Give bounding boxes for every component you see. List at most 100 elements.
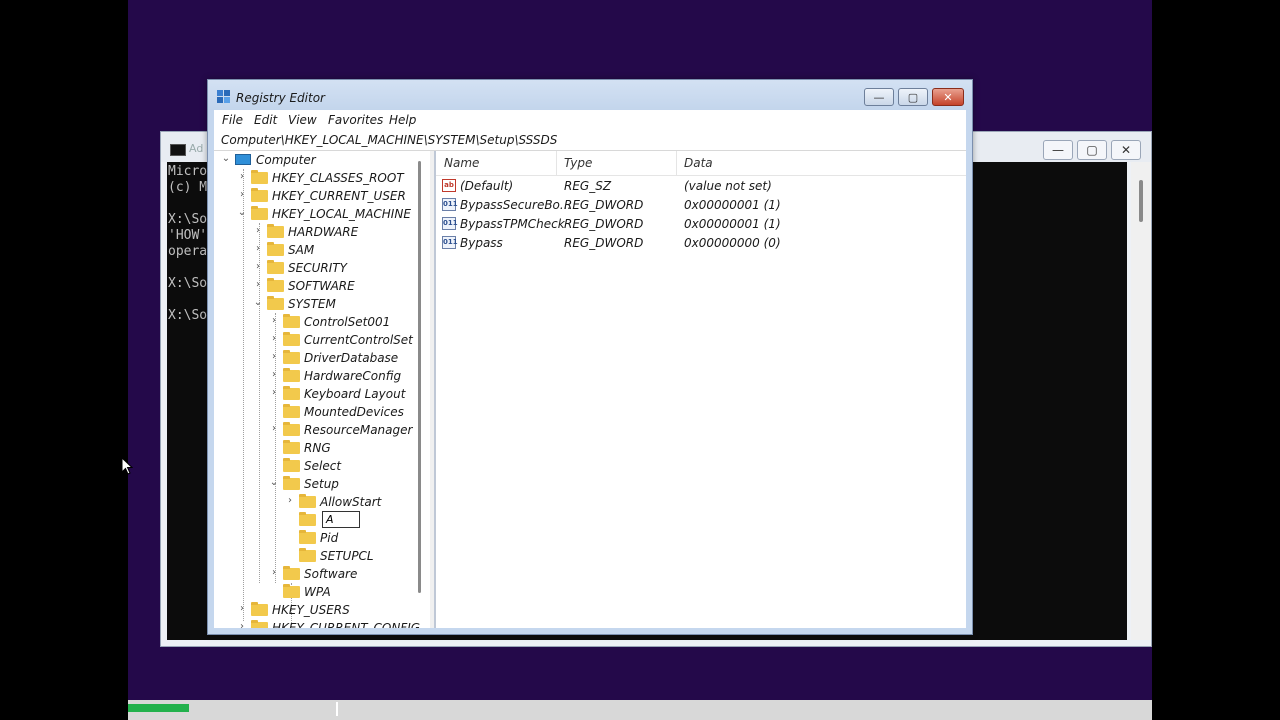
tree-expand-chevron-icon[interactable]: › <box>284 494 296 508</box>
tree-node-label: SOFTWARE <box>288 279 355 293</box>
column-header-data[interactable]: Data <box>684 156 713 170</box>
tree-node[interactable]: › SECURITY <box>214 259 410 277</box>
tree-expand-chevron-icon[interactable]: › <box>268 314 280 328</box>
string-value-icon: ab <box>442 179 456 192</box>
folder-icon <box>283 476 300 490</box>
tree-node[interactable]: ⌄ Computer <box>214 151 410 169</box>
tree-node-label: SETUPCL <box>320 549 374 563</box>
tree-node[interactable]: ⌄ HKEY_LOCAL_MACHINE <box>214 205 411 223</box>
tree-collapse-chevron-icon[interactable]: ⌄ <box>268 476 280 490</box>
tree-node[interactable]: › CurrentControlSet <box>214 331 413 349</box>
tree-node[interactable]: SETUPCL <box>214 547 410 565</box>
values-list-pane[interactable]: Name Type Data ab (Default) REG_SZ (value n… <box>435 151 966 628</box>
folder-icon <box>283 566 300 580</box>
rename-key-input[interactable]: A <box>322 511 360 528</box>
tree-expand-chevron-icon[interactable]: › <box>236 620 248 628</box>
value-row[interactable]: ab (Default) REG_SZ (value not set) <box>436 177 966 196</box>
cmd-scrollbar[interactable] <box>1131 162 1151 640</box>
folder-icon <box>267 224 284 238</box>
tree-expand-chevron-icon[interactable]: › <box>268 368 280 382</box>
tree-node[interactable]: MountedDevices <box>214 403 410 421</box>
value-row[interactable]: 011 Bypass REG_DWORD 0x00000000 (0) <box>436 234 966 253</box>
tree-expand-chevron-icon[interactable]: › <box>252 242 264 256</box>
tree-node-label: AllowStart <box>320 495 382 509</box>
tree-scrollbar[interactable] <box>412 151 428 628</box>
tree-expand-chevron-icon[interactable]: › <box>268 566 280 580</box>
registry-client-area: File Edit View Favorites Help Computer\H… <box>214 110 966 628</box>
tree-node[interactable]: › SAM <box>214 241 410 259</box>
value-name: Bypass <box>460 236 503 250</box>
tree-node[interactable]: WPA <box>214 583 410 601</box>
tree-node[interactable]: › HKEY_USERS <box>214 601 410 619</box>
tree-node[interactable]: RNG <box>214 439 410 457</box>
folder-icon <box>283 422 300 436</box>
address-path[interactable]: Computer\HKEY_LOCAL_MACHINE\SYSTEM\Setup… <box>221 133 557 147</box>
tree-expand-chevron-icon[interactable]: › <box>268 350 280 364</box>
tree-collapse-chevron-icon[interactable]: ⌄ <box>220 152 232 166</box>
tree-node[interactable]: › AllowStart <box>214 493 410 511</box>
value-row[interactable]: 011 BypassTPMCheck REG_DWORD 0x00000001 (1) <box>436 215 966 234</box>
tree-node[interactable] <box>214 511 410 529</box>
tree-node[interactable]: › HKEY_CURRENT_CONFIG <box>214 619 420 628</box>
tree-collapse-chevron-icon[interactable]: ⌄ <box>252 296 264 310</box>
cmd-minimize-button[interactable]: — <box>1043 140 1073 160</box>
folder-icon <box>299 530 316 544</box>
tree-node-label: HKEY_CLASSES_ROOT <box>272 171 404 185</box>
tree-expand-chevron-icon[interactable]: › <box>252 260 264 274</box>
menu-edit[interactable]: Edit <box>254 113 277 127</box>
tree-node[interactable]: › ControlSet001 <box>214 313 410 331</box>
registry-titlebar[interactable]: Registry Editor — ▢ ✕ <box>208 80 972 110</box>
tree-node[interactable]: › ResourceManager <box>214 421 412 439</box>
tree-node[interactable]: › HardwareConfig <box>214 367 410 385</box>
menu-file[interactable]: File <box>222 113 243 127</box>
tree-expand-chevron-icon[interactable]: › <box>268 422 280 436</box>
maximize-button[interactable]: ▢ <box>898 88 928 106</box>
menu-favorites[interactable]: Favorites <box>328 113 383 127</box>
tree-collapse-chevron-icon[interactable]: ⌄ <box>236 206 248 220</box>
tree-node[interactable]: › HKEY_CLASSES_ROOT <box>214 169 410 187</box>
column-header-type[interactable]: Type <box>564 156 592 170</box>
folder-icon <box>251 188 268 202</box>
tree-node-label: Setup <box>304 477 339 491</box>
tree-expand-chevron-icon[interactable]: › <box>252 224 264 238</box>
tree-node[interactable]: ⌄ Setup <box>214 475 410 493</box>
tree-node[interactable]: › Keyboard Layout <box>214 385 410 403</box>
tree-node-label: Select <box>304 459 342 473</box>
cmd-output-line: opera <box>168 244 208 259</box>
value-row[interactable]: 011 BypassSecureBo... REG_DWORD 0x00000001 … <box>436 196 966 215</box>
tree-node[interactable]: Select <box>214 457 410 475</box>
menu-view[interactable]: View <box>288 113 317 127</box>
tree-node[interactable]: › Software <box>214 565 410 583</box>
tree-expand-chevron-icon[interactable]: › <box>268 386 280 400</box>
tree-node[interactable]: ⌄ SYSTEM <box>214 295 410 313</box>
tree-node[interactable]: › DriverDatabase <box>214 349 410 367</box>
tree-scrollbar-thumb[interactable] <box>418 161 421 593</box>
key-tree-pane[interactable]: ⌄ Computer › HKEY_CLASSES_ROOT › HKEY_CURRENT… <box>214 151 431 628</box>
cmd-scrollbar-thumb[interactable] <box>1139 180 1143 222</box>
tree-node-label: Keyboard Layout <box>304 387 406 401</box>
tree-node-label: SYSTEM <box>288 297 336 311</box>
menu-bar: File Edit View Favorites Help <box>214 110 966 130</box>
tree-node[interactable]: › HARDWARE <box>214 223 410 241</box>
tree-node-label: HKEY_CURRENT_USER <box>272 189 406 203</box>
tree-expand-chevron-icon[interactable]: › <box>236 188 248 202</box>
tree-node[interactable]: › SOFTWARE <box>214 277 410 295</box>
tree-node[interactable]: Pid <box>214 529 410 547</box>
address-bar[interactable]: Computer\HKEY_LOCAL_MACHINE\SYSTEM\Setup… <box>214 130 966 151</box>
menu-help[interactable]: Help <box>389 113 416 127</box>
registry-editor-window[interactable]: Registry Editor — ▢ ✕ File Edit View Fav… <box>207 79 973 635</box>
close-button[interactable]: ✕ <box>932 88 964 106</box>
tree-node[interactable]: › HKEY_CURRENT_USER <box>214 187 410 205</box>
column-separator[interactable] <box>556 151 557 175</box>
tree-expand-chevron-icon[interactable]: › <box>236 602 248 616</box>
tree-expand-chevron-icon[interactable]: › <box>268 332 280 346</box>
cmd-maximize-button[interactable]: ▢ <box>1077 140 1107 160</box>
cmd-close-button[interactable]: ✕ <box>1111 140 1141 160</box>
minimize-button[interactable]: — <box>864 88 894 106</box>
tree-expand-chevron-icon[interactable]: › <box>252 278 264 292</box>
folder-icon <box>251 620 268 628</box>
cmd-output-line: (c) M <box>168 180 208 195</box>
column-header-name[interactable]: Name <box>444 156 479 170</box>
tree-expand-chevron-icon[interactable]: › <box>236 170 248 184</box>
column-separator[interactable] <box>676 151 677 175</box>
